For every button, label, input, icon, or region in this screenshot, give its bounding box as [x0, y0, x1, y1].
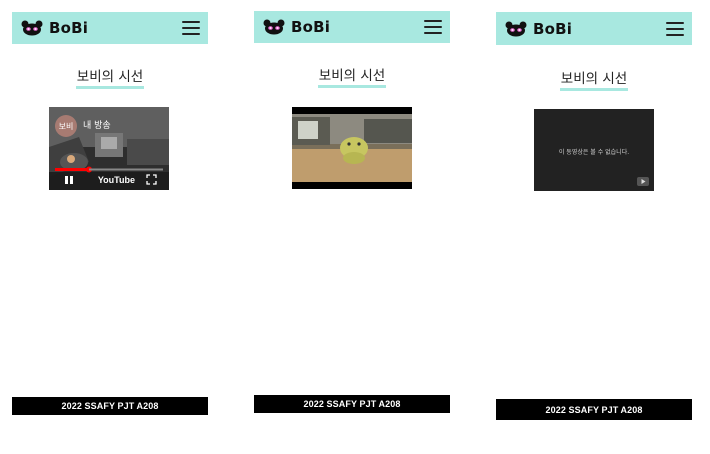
page-title: 보비의 시선 [12, 69, 208, 89]
fullscreen-icon[interactable] [146, 174, 157, 185]
brand-name[interactable]: BoBi [291, 18, 330, 36]
app-header: BoBi [496, 12, 692, 45]
youtube-play-icon[interactable] [637, 177, 649, 186]
hamburger-menu-icon[interactable] [666, 21, 684, 36]
app-header: BoBi [12, 12, 208, 44]
page-title-text: 보비의 시선 [559, 71, 629, 91]
youtube-logo[interactable]: YouTube [98, 175, 135, 185]
panda-logo-icon[interactable] [263, 19, 285, 35]
app-footer: 2022 SSAFY PJT A208 [12, 397, 208, 415]
page-title-text: 보비의 시선 [317, 68, 387, 88]
video-title[interactable]: 내 방송 [83, 118, 111, 131]
camera-video-player[interactable] [292, 107, 412, 189]
page-title: 보비의 시선 [254, 68, 450, 88]
app-footer: 2022 SSAFY PJT A208 [496, 399, 692, 420]
live-video-player[interactable]: 보비 내 방송 YouTube [49, 107, 169, 190]
brand-name[interactable]: BoBi [49, 19, 88, 37]
unavailable-video-player[interactable]: 이 동영상은 볼 수 없습니다. [534, 109, 654, 191]
panda-logo-icon[interactable] [21, 20, 43, 36]
page-title: 보비의 시선 [496, 71, 692, 91]
app-footer: 2022 SSAFY PJT A208 [254, 395, 450, 413]
hamburger-menu-icon[interactable] [424, 20, 442, 34]
page-title-text: 보비의 시선 [75, 69, 145, 89]
channel-avatar[interactable]: 보비 [55, 115, 77, 137]
hamburger-menu-icon[interactable] [182, 21, 200, 35]
brand-name[interactable]: BoBi [533, 20, 572, 38]
video-unavailable-message: 이 동영상은 볼 수 없습니다. [558, 149, 630, 156]
panda-logo-icon[interactable] [505, 21, 527, 37]
app-header: BoBi [254, 11, 450, 43]
camera-frame [292, 107, 412, 189]
pause-icon[interactable] [64, 175, 74, 185]
